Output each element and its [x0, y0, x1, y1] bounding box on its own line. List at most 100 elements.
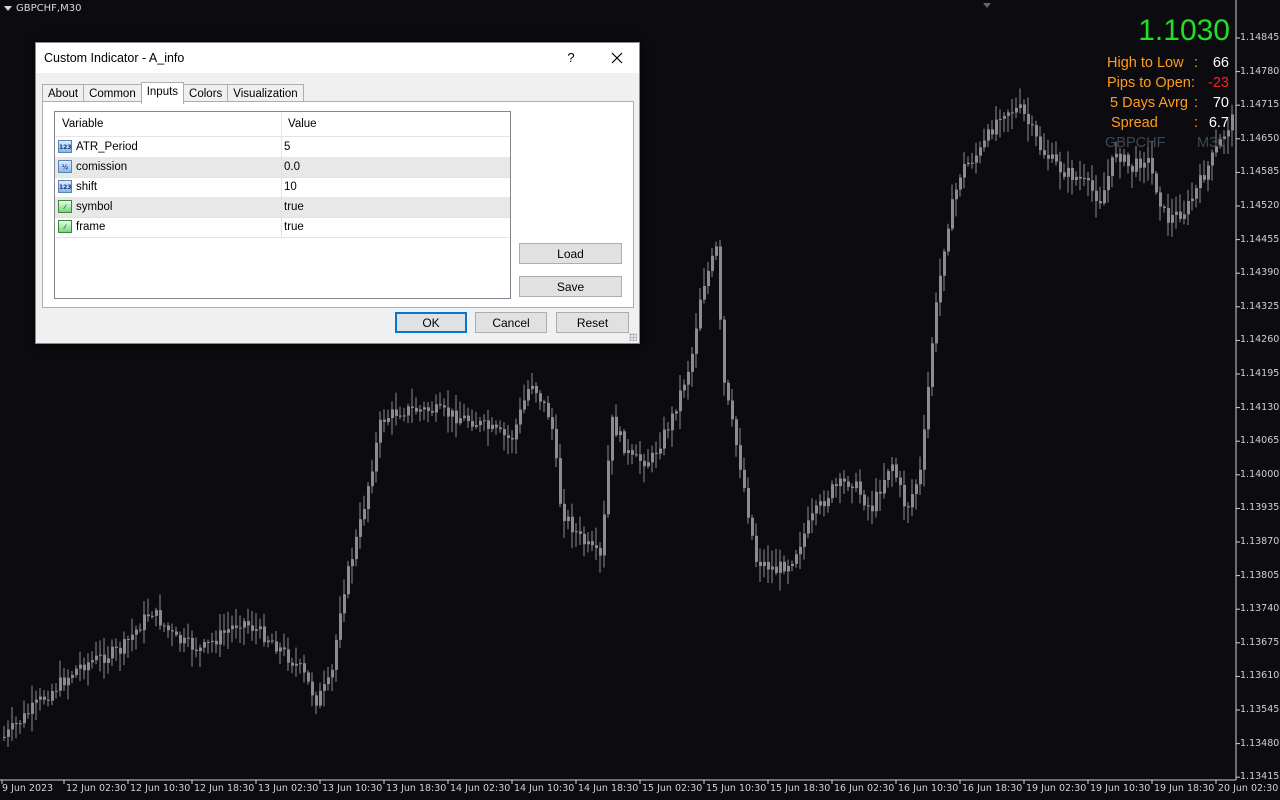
candle-body — [1063, 172, 1066, 177]
info-value: -23 — [1208, 75, 1229, 91]
candle-body — [459, 418, 462, 424]
column-header-value[interactable]: Value — [288, 118, 317, 130]
candle-body — [791, 563, 794, 567]
input-row-ATR_Period[interactable]: 123 ATR_Period 5 — [55, 137, 510, 158]
chart-shift-marker-icon — [983, 3, 991, 8]
candle-body — [1139, 158, 1142, 168]
candle-body — [563, 503, 566, 522]
candle-body — [715, 246, 718, 256]
price-tick-label: 1.14715 — [1240, 99, 1280, 111]
candle-body — [295, 663, 298, 666]
candle-body — [123, 639, 126, 654]
save-button[interactable]: Save — [519, 276, 622, 297]
time-tick-label: 15 Jun 10:30 — [706, 783, 767, 794]
dialog-titlebar[interactable]: Custom Indicator - A_info ? — [36, 43, 639, 73]
input-value[interactable]: 10 — [284, 181, 297, 193]
candle-body — [515, 424, 518, 440]
candle-body — [23, 713, 26, 724]
candle-body — [915, 484, 918, 495]
candle-body — [655, 452, 658, 454]
help-button[interactable]: ? — [561, 48, 581, 68]
candle-body — [771, 566, 774, 570]
close-icon[interactable] — [604, 46, 630, 70]
candle-body — [139, 629, 142, 631]
candle-body — [979, 147, 982, 156]
candle-body — [199, 647, 202, 652]
candle-body — [1079, 176, 1082, 179]
candle-body — [1043, 150, 1046, 156]
candle-body — [843, 478, 846, 482]
ok-button[interactable]: OK — [395, 312, 467, 333]
candle-body — [111, 646, 114, 659]
input-row-comission[interactable]: ½ comission 0.0 — [55, 157, 510, 178]
candle-body — [883, 479, 886, 494]
input-value[interactable]: true — [284, 221, 304, 233]
candle-body — [767, 561, 770, 570]
candle-body — [1191, 198, 1194, 202]
candle-body — [531, 385, 534, 389]
candle-body — [239, 627, 242, 629]
dropdown-arrow-icon[interactable] — [4, 6, 12, 11]
candle-body — [931, 343, 934, 387]
candle-body — [1095, 190, 1098, 202]
candle-body — [1147, 158, 1150, 163]
candle-body — [443, 405, 446, 408]
candle-body — [823, 501, 826, 507]
candle-body — [83, 664, 86, 671]
candle-body — [831, 484, 834, 499]
candle-body — [403, 415, 406, 417]
candle-body — [115, 646, 118, 648]
candle-body — [471, 421, 474, 427]
candle-body — [587, 541, 590, 545]
candle-body — [971, 162, 974, 164]
resize-grip-icon[interactable] — [629, 333, 637, 341]
candle-body — [87, 662, 90, 671]
candle-body — [255, 629, 258, 631]
input-row-shift[interactable]: 123 shift 10 — [55, 177, 510, 198]
input-value[interactable]: true — [284, 201, 304, 213]
load-button[interactable]: Load — [519, 243, 622, 264]
candle-body — [1023, 104, 1026, 114]
info-footer: GBPCHF — [1105, 135, 1165, 151]
candle-body — [759, 561, 762, 567]
candle-body — [351, 559, 354, 567]
candle-body — [559, 458, 562, 504]
grid-header: Variable Value — [55, 112, 510, 137]
double-icon: ½ — [58, 160, 72, 173]
candle-body — [1119, 153, 1122, 162]
price-tick-label: 1.13480 — [1240, 737, 1280, 749]
candle-body — [91, 660, 94, 663]
candle-body — [1231, 114, 1234, 131]
candle-body — [519, 409, 522, 425]
price-tick-label: 1.14845 — [1240, 32, 1280, 43]
time-tick-label: 15 Jun 18:30 — [770, 783, 831, 794]
input-row-frame[interactable]: ⁄ frame true — [55, 217, 510, 238]
candle-body — [947, 228, 950, 252]
candle-body — [1127, 154, 1130, 167]
price-tick-label: 1.13740 — [1240, 603, 1280, 615]
candle-body — [635, 454, 638, 456]
column-header-variable[interactable]: Variable — [62, 118, 103, 130]
candle-body — [175, 631, 178, 635]
input-value[interactable]: 0.0 — [284, 161, 300, 173]
candle-body — [299, 663, 302, 665]
reset-button[interactable]: Reset — [556, 312, 629, 333]
candle-body — [355, 536, 358, 560]
tab-inputs[interactable]: Inputs — [140, 82, 185, 104]
candle-body — [1015, 107, 1018, 113]
candle-body — [1007, 112, 1010, 116]
time-tick-label: 14 Jun 18:30 — [578, 783, 639, 794]
time-tick-label: 12 Jun 18:30 — [194, 783, 255, 794]
candle-body — [183, 637, 186, 644]
input-value[interactable]: 5 — [284, 141, 290, 153]
candle-body — [35, 699, 38, 703]
candle-body — [1075, 176, 1078, 181]
cancel-button[interactable]: Cancel — [475, 312, 547, 333]
candle-body — [639, 454, 642, 461]
chart-window-title[interactable]: GBPCHF,M30 — [4, 3, 81, 14]
candle-body — [1183, 214, 1186, 219]
info-separator: : — [1194, 95, 1199, 111]
candle-body — [775, 566, 778, 573]
time-tick-label: 12 Jun 10:30 — [130, 783, 191, 794]
input-row-symbol[interactable]: ⁄ symbol true — [55, 197, 510, 218]
